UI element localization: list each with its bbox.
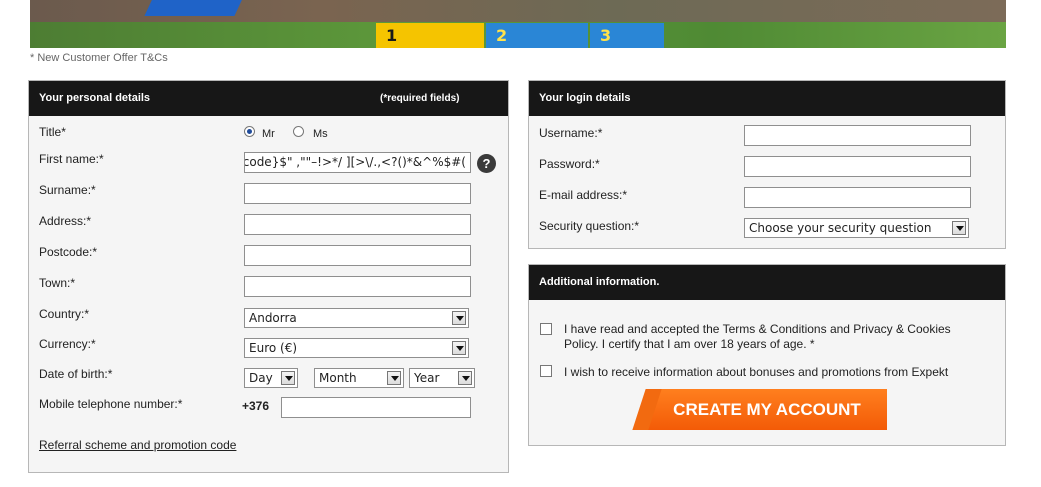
currency-select-value: Euro (€) [249, 341, 298, 355]
referral-link[interactable]: Referral scheme and promotion code [39, 438, 236, 452]
dob-month-value: Month [319, 371, 357, 385]
currency-label: Currency:* [39, 337, 96, 351]
personal-details-header: Your personal details (*required fields) [29, 81, 508, 116]
marketing-text: I wish to receive information about bonu… [564, 365, 949, 379]
country-select[interactable]: Andorra [244, 308, 469, 328]
dob-day-value: Day [249, 371, 273, 385]
title-label: Title* [39, 125, 66, 139]
first-name-label: First name:* [39, 152, 104, 166]
title-mr-radio[interactable] [244, 126, 255, 137]
chevron-down-icon[interactable] [952, 221, 966, 235]
offer-tcs-note: * New Customer Offer T&Cs [30, 52, 168, 64]
country-label: Country:* [39, 307, 90, 321]
first-name-input[interactable]: )#$%^&*()?>,./\<][ /*<!–"", "${code} [244, 152, 471, 173]
mobile-label: Mobile telephone number:* [39, 397, 183, 411]
password-label: Password:* [539, 157, 600, 171]
additional-info-panel: Additional information. I have read and … [528, 264, 1006, 446]
dob-label: Date of birth:* [39, 367, 113, 381]
security-question-label: Security question:* [539, 219, 640, 233]
currency-select[interactable]: Euro (€) [244, 338, 469, 358]
step-register: 1 REGISTER [376, 23, 484, 48]
create-account-button[interactable]: CREATE MY ACCOUNT [647, 389, 887, 430]
step-deposit: 2 DEPOSIT [486, 23, 588, 48]
surname-input[interactable] [244, 183, 471, 204]
mobile-input[interactable] [281, 397, 471, 418]
terms-checkbox[interactable] [540, 323, 552, 335]
chevron-down-icon[interactable] [452, 341, 466, 355]
security-question-select[interactable]: Choose your security question [744, 218, 969, 238]
username-label: Username:* [539, 126, 603, 140]
help-icon[interactable]: ? [477, 154, 496, 173]
additional-info-header: Additional information. [529, 265, 1005, 300]
email-label: E-mail address:* [539, 188, 628, 202]
town-input[interactable] [244, 276, 471, 297]
login-details-title: Your login details [539, 92, 631, 104]
step-play: 3 PLAY [590, 23, 664, 48]
address-label: Address:* [39, 214, 92, 228]
login-details-panel: Your login details Username:* Password:*… [528, 80, 1006, 249]
security-question-value: Choose your security question [749, 221, 932, 235]
promo-banner: 1 REGISTER 2 DEPOSIT 3 PLAY [30, 0, 1006, 48]
postcode-input[interactable] [244, 245, 471, 266]
chevron-down-icon[interactable] [281, 371, 295, 385]
address-input[interactable] [244, 214, 471, 235]
dob-year-value: Year [414, 371, 440, 385]
dob-month-select[interactable]: Month [314, 368, 404, 388]
mobile-prefix: +376 [242, 399, 270, 413]
required-fields-note: (*required fields) [380, 93, 460, 104]
title-ms-radio[interactable] [293, 126, 304, 137]
dob-day-select[interactable]: Day [244, 368, 298, 388]
username-input[interactable] [744, 125, 971, 146]
chevron-down-icon[interactable] [458, 371, 472, 385]
chevron-down-icon[interactable] [387, 371, 401, 385]
login-details-header: Your login details [529, 81, 1005, 116]
personal-details-panel: Your personal details (*required fields)… [28, 80, 509, 473]
dob-year-select[interactable]: Year [409, 368, 475, 388]
personal-details-title: Your personal details [39, 92, 151, 104]
email-input[interactable] [744, 187, 971, 208]
password-input[interactable] [744, 156, 971, 177]
town-label: Town:* [39, 276, 76, 290]
banner-logo-fragment [144, 0, 246, 16]
title-ms-label: Ms [313, 128, 328, 140]
country-select-value: Andorra [249, 311, 297, 325]
postcode-label: Postcode:* [39, 245, 98, 259]
title-mr-label: Mr [262, 128, 275, 140]
terms-text: I have read and accepted the Terms & Con… [564, 322, 951, 351]
surname-label: Surname:* [39, 183, 96, 197]
marketing-checkbox[interactable] [540, 365, 552, 377]
chevron-down-icon[interactable] [452, 311, 466, 325]
registration-steps: 1 REGISTER 2 DEPOSIT 3 PLAY [376, 23, 664, 48]
additional-info-title: Additional information. [539, 276, 660, 288]
